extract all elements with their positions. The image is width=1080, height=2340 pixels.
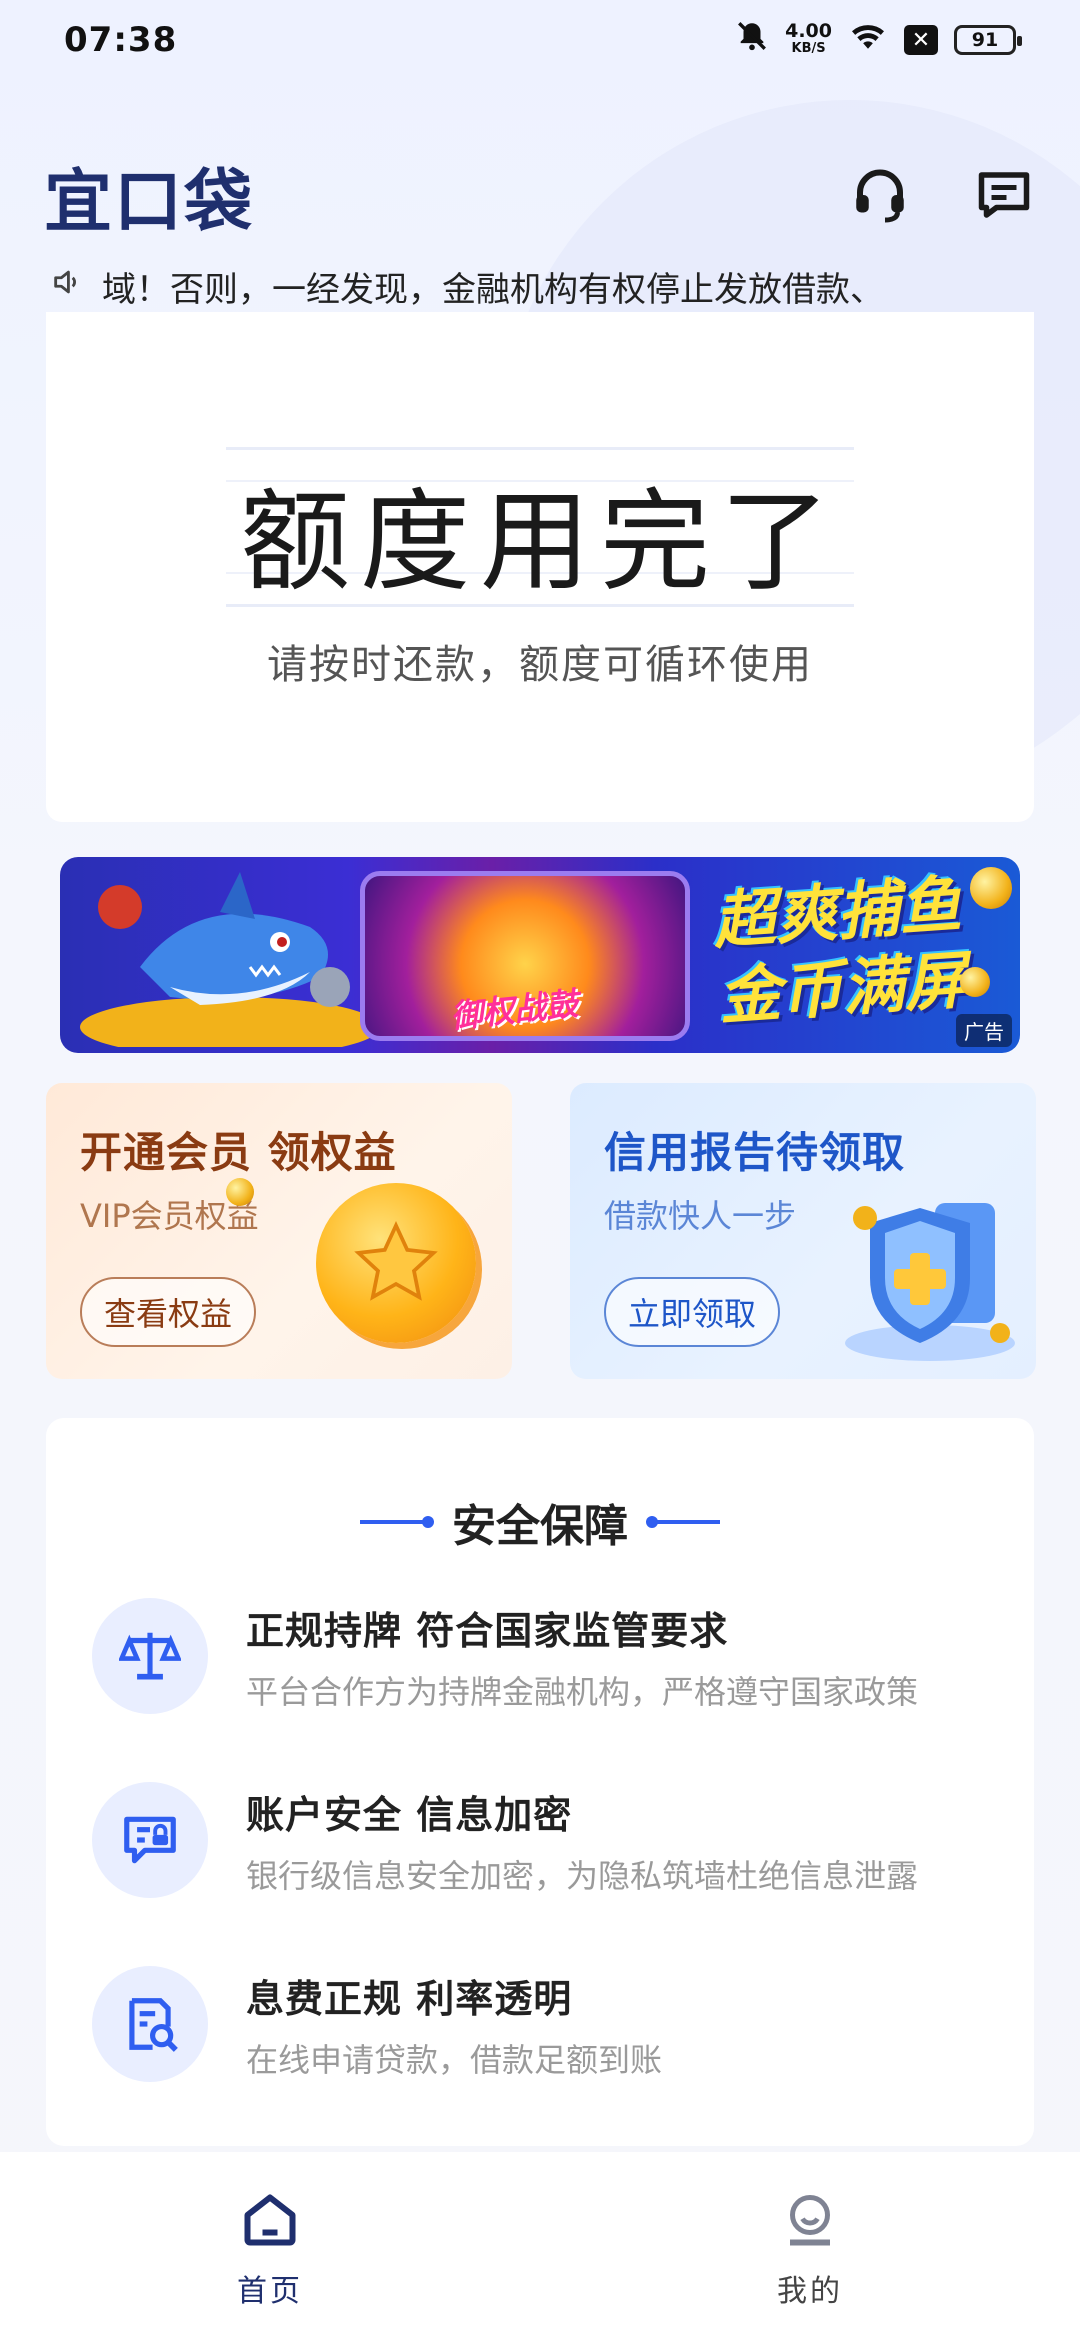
quota-title: 额度用完了 — [240, 478, 840, 606]
vip-promo-card[interactable]: 开通会员 领权益 VIP会员权益 查看权益 — [46, 1083, 512, 1379]
secure-chat-icon — [92, 1782, 208, 1898]
shark-illustration — [80, 872, 380, 1047]
quota-subtitle: 请按时还款，额度可循环使用 — [267, 642, 813, 688]
divider — [360, 1516, 434, 1528]
battery-icon: 91 — [954, 25, 1022, 55]
bottom-tab-bar: 首页 我的 — [0, 2152, 1080, 2340]
security-item-desc: 在线申请贷款，借款足额到账 — [246, 2040, 663, 2079]
scale-icon — [92, 1598, 208, 1714]
security-item-text: 账户安全 信息加密 银行级信息安全加密，为隐私筑墙杜绝信息泄露 — [246, 1784, 918, 1897]
network-speed: 4.00 KB/S — [785, 20, 832, 57]
tab-home[interactable]: 首页 — [0, 2152, 540, 2340]
view-benefits-button[interactable]: 查看权益 — [80, 1277, 257, 1347]
coin-decoration — [960, 967, 990, 997]
security-item-text: 正规持牌 符合国家监管要求 平台合作方为持牌金融机构，严格遵守国家政策 — [246, 1600, 918, 1713]
battery-level: 91 — [971, 29, 999, 51]
credit-report-card[interactable]: 信用报告待领取 借款快人一步 立即领取 — [570, 1083, 1036, 1379]
security-item-desc: 银行级信息安全加密，为隐私筑墙杜绝信息泄露 — [246, 1856, 919, 1895]
security-item: 正规持牌 符合国家监管要求 平台合作方为持牌金融机构，严格遵守国家政策 — [92, 1596, 992, 1716]
security-item-title: 息费正规 利率透明 — [246, 1976, 573, 2021]
security-item-desc: 平台合作方为持牌金融机构，严格遵守国家政策 — [246, 1672, 919, 1711]
net-speed-value: 4.00 — [785, 20, 832, 42]
profile-icon — [780, 2190, 840, 2254]
home-icon — [240, 2190, 300, 2254]
quota-card: 额度用完了 请按时还款，额度可循环使用 — [46, 312, 1034, 822]
speaker-icon — [50, 265, 88, 308]
claim-now-button[interactable]: 立即领取 — [604, 1277, 781, 1347]
status-bar: 07:38 4.00 KB/S ✕ 91 — [0, 0, 1080, 80]
headset-icon[interactable] — [848, 163, 912, 227]
message-icon[interactable] — [972, 163, 1036, 227]
notice-marquee[interactable]: 域！否则，一经发现，金融机构有权停止发放借款、 — [50, 258, 1040, 314]
status-icons: 4.00 KB/S ✕ 91 — [735, 19, 1022, 62]
tab-profile[interactable]: 我的 — [540, 2152, 1080, 2340]
security-item-text: 息费正规 利率透明 在线申请贷款，借款足额到账 — [246, 1968, 662, 2081]
star-coin-icon — [316, 1183, 476, 1343]
x-box-icon: ✕ — [904, 25, 938, 55]
bell-muted-icon — [735, 19, 769, 62]
security-header: 安全保障 — [46, 1490, 1034, 1554]
wifi-icon — [848, 20, 888, 61]
tab-home-label: 首页 — [237, 2274, 303, 2309]
coin-decoration — [226, 1178, 254, 1206]
security-item: 账户安全 信息加密 银行级信息安全加密，为隐私筑墙杜绝信息泄露 — [92, 1780, 992, 1900]
security-card: 安全保障 正规持牌 符合国家监管要求 平台合作方为持牌金融机构，严格遵守国家政策… — [46, 1418, 1034, 2146]
notice-text: 域！否则，一经发现，金融机构有权停止发放借款、 — [102, 269, 884, 310]
credit-promo-subtitle: 借款快人一步 — [604, 1197, 797, 1235]
header-actions — [848, 163, 1036, 227]
divider — [646, 1516, 720, 1528]
ad-label: 广告 — [956, 1014, 1012, 1047]
app-logo: 宜口袋 — [44, 162, 255, 242]
tab-profile-label: 我的 — [777, 2274, 843, 2309]
document-search-icon — [92, 1966, 208, 2082]
banner-ad[interactable]: 御权战鼓 超爽捕鱼 金币满屏 广告 — [60, 857, 1020, 1053]
security-item-title: 账户安全 信息加密 — [246, 1792, 573, 1837]
security-item-title: 正规持牌 符合国家监管要求 — [246, 1608, 729, 1653]
vip-promo-title: 开通会员 领权益 — [80, 1128, 397, 1177]
credit-promo-title: 信用报告待领取 — [604, 1128, 906, 1177]
coin-decoration — [970, 867, 1012, 909]
net-speed-unit: KB/S — [791, 41, 826, 56]
security-title: 安全保障 — [452, 1501, 628, 1552]
app-header: 宜口袋 — [44, 140, 1036, 250]
app-screen: { "status_bar": { "time": "07:38", "net_… — [0, 0, 1080, 2340]
status-time: 07:38 — [64, 20, 178, 60]
security-item: 息费正规 利率透明 在线申请贷款，借款足额到账 — [92, 1964, 992, 2084]
shield-icon — [845, 1203, 1015, 1361]
